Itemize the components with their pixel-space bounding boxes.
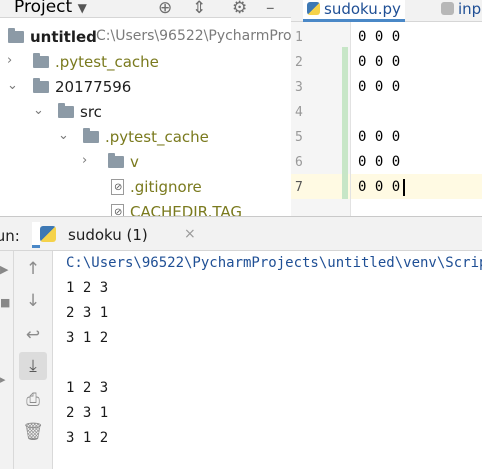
python-icon (40, 226, 56, 242)
run-panel-header: Run: sudoku (1) × (0, 216, 482, 251)
tree-item-untitled[interactable]: untitled C:\Users\96522\PycharmProjects\… (0, 25, 291, 50)
tab-label: input (458, 0, 482, 18)
collapse-icon[interactable]: ⇕ (192, 0, 206, 18)
text-file-icon (441, 2, 454, 15)
python-file-icon (307, 2, 320, 15)
chevron-right-icon[interactable]: › (7, 53, 19, 68)
code-line[interactable]: 0 0 0 (358, 154, 400, 170)
folder-icon (33, 53, 49, 68)
console-command-line: C:\Users\96522\PycharmProjects\untitled\… (66, 255, 482, 271)
tab-input[interactable]: input (441, 0, 482, 22)
folder-icon (33, 78, 49, 93)
editor-tab-bar: sudoku.py input (291, 0, 482, 22)
scroll-to-end-icon[interactable]: ⤓ (19, 352, 47, 380)
target-icon[interactable]: ⊕ (158, 0, 172, 18)
tree-item-v[interactable]: › v (0, 150, 291, 175)
console-toolbar: ↑ ↓ ↩ ⤓ ⎙ 🗑 (14, 251, 53, 469)
project-title: Project (14, 0, 73, 17)
code-line[interactable]: 0 0 0 (358, 79, 400, 95)
folder-icon (83, 128, 99, 143)
line-number: 5 (295, 130, 303, 145)
console-line: 3 1 2 (66, 430, 109, 446)
file-icon (111, 204, 124, 216)
tree-item-pytest-cache[interactable]: › .pytest_cache (0, 50, 291, 75)
tree-item-label: .gitignore (130, 178, 202, 196)
pin-icon[interactable]: ▸ (0, 373, 6, 386)
gear-icon[interactable]: ⚙ (232, 0, 247, 18)
tree-item-20177596[interactable]: ⌄ 20177596 (0, 75, 291, 100)
console-line: 1 2 3 (66, 380, 109, 396)
close-icon[interactable]: × (184, 226, 196, 242)
line-number: 4 (295, 105, 303, 120)
tree-item-label: v (130, 153, 139, 171)
project-panel: Project ▼ ⊕ ⇕ ⚙ – untitled C:\Users\9652… (0, 0, 291, 216)
folder-icon (8, 28, 24, 43)
console-line: 2 3 1 (66, 405, 109, 421)
tree-item-label: .pytest_cache (55, 53, 159, 71)
console-line: 2 3 1 (66, 305, 109, 321)
folder-icon (108, 153, 124, 168)
tree-item-label: .pytest_cache (105, 128, 209, 146)
line-number: 1 (295, 30, 303, 45)
ignored-file-icon (111, 179, 124, 195)
vcs-change-marker[interactable] (342, 47, 348, 199)
code-line[interactable]: 0 0 0 (358, 129, 400, 145)
run-label: Run: (0, 227, 20, 245)
chevron-down-icon[interactable]: ⌄ (7, 78, 19, 93)
tree-item-src-pytest-cache[interactable]: ⌄ .pytest_cache (0, 125, 291, 150)
tab-label: sudoku.py (324, 0, 401, 18)
project-view-selector[interactable]: Project ▼ (14, 0, 87, 17)
chevron-down-icon[interactable]: ⌄ (33, 103, 45, 118)
tree-item-cachedir-tag[interactable]: CACHEDIR.TAG (0, 200, 291, 216)
tree-item-gitignore[interactable]: .gitignore (0, 175, 291, 200)
gutter-divider (350, 22, 351, 216)
rerun-icon[interactable]: ▶ (0, 263, 8, 276)
trash-icon[interactable]: 🗑 (19, 418, 47, 446)
run-tab-label: sudoku (1) (68, 226, 148, 244)
tree-item-src[interactable]: ⌄ src (0, 100, 291, 125)
run-side-strip: ▶ ■ ▸ (0, 251, 14, 469)
console-line: 3 1 2 (66, 330, 109, 346)
editor: sudoku.py input 1 2 3 4 5 6 7 0 0 0 0 0 … (291, 0, 482, 216)
line-number: 6 (295, 155, 303, 170)
folder-icon (58, 103, 74, 118)
code-line[interactable]: 0 0 0 (358, 29, 400, 45)
project-panel-header: Project ▼ ⊕ ⇕ ⚙ – (0, 0, 291, 18)
tree-item-path: C:\Users\96522\PycharmProjects\untitled (96, 28, 291, 44)
chevron-right-icon[interactable]: › (82, 153, 94, 168)
stop-icon[interactable]: ■ (0, 296, 10, 309)
tree-item-label: 20177596 (55, 78, 132, 96)
console-output[interactable]: C:\Users\96522\PycharmProjects\untitled\… (54, 251, 482, 469)
line-number: 3 (295, 80, 303, 95)
scroll-up-icon[interactable]: ↑ (19, 255, 47, 283)
chevron-down-icon[interactable]: ⌄ (58, 128, 70, 143)
soft-wrap-icon[interactable]: ↩ (19, 321, 47, 349)
hide-panel-icon[interactable]: – (266, 0, 275, 18)
code-line[interactable]: 0 0 0 (358, 179, 400, 195)
code-line[interactable]: 0 0 0 (358, 54, 400, 70)
chevron-down-icon: ▼ (77, 1, 87, 15)
text-caret (403, 179, 405, 196)
tree-item-label: CACHEDIR.TAG (130, 203, 242, 216)
tab-sudoku-py[interactable]: sudoku.py (303, 0, 405, 22)
console-line: 1 2 3 (66, 280, 109, 296)
print-icon[interactable]: ⎙ (19, 386, 47, 414)
tree-item-label: src (80, 103, 102, 121)
run-tab-sudoku[interactable]: sudoku (1) (32, 222, 148, 248)
line-number: 7 (295, 180, 303, 195)
scroll-down-icon[interactable]: ↓ (19, 287, 47, 315)
line-number: 2 (295, 55, 303, 70)
tree-item-label: untitled (30, 28, 97, 46)
